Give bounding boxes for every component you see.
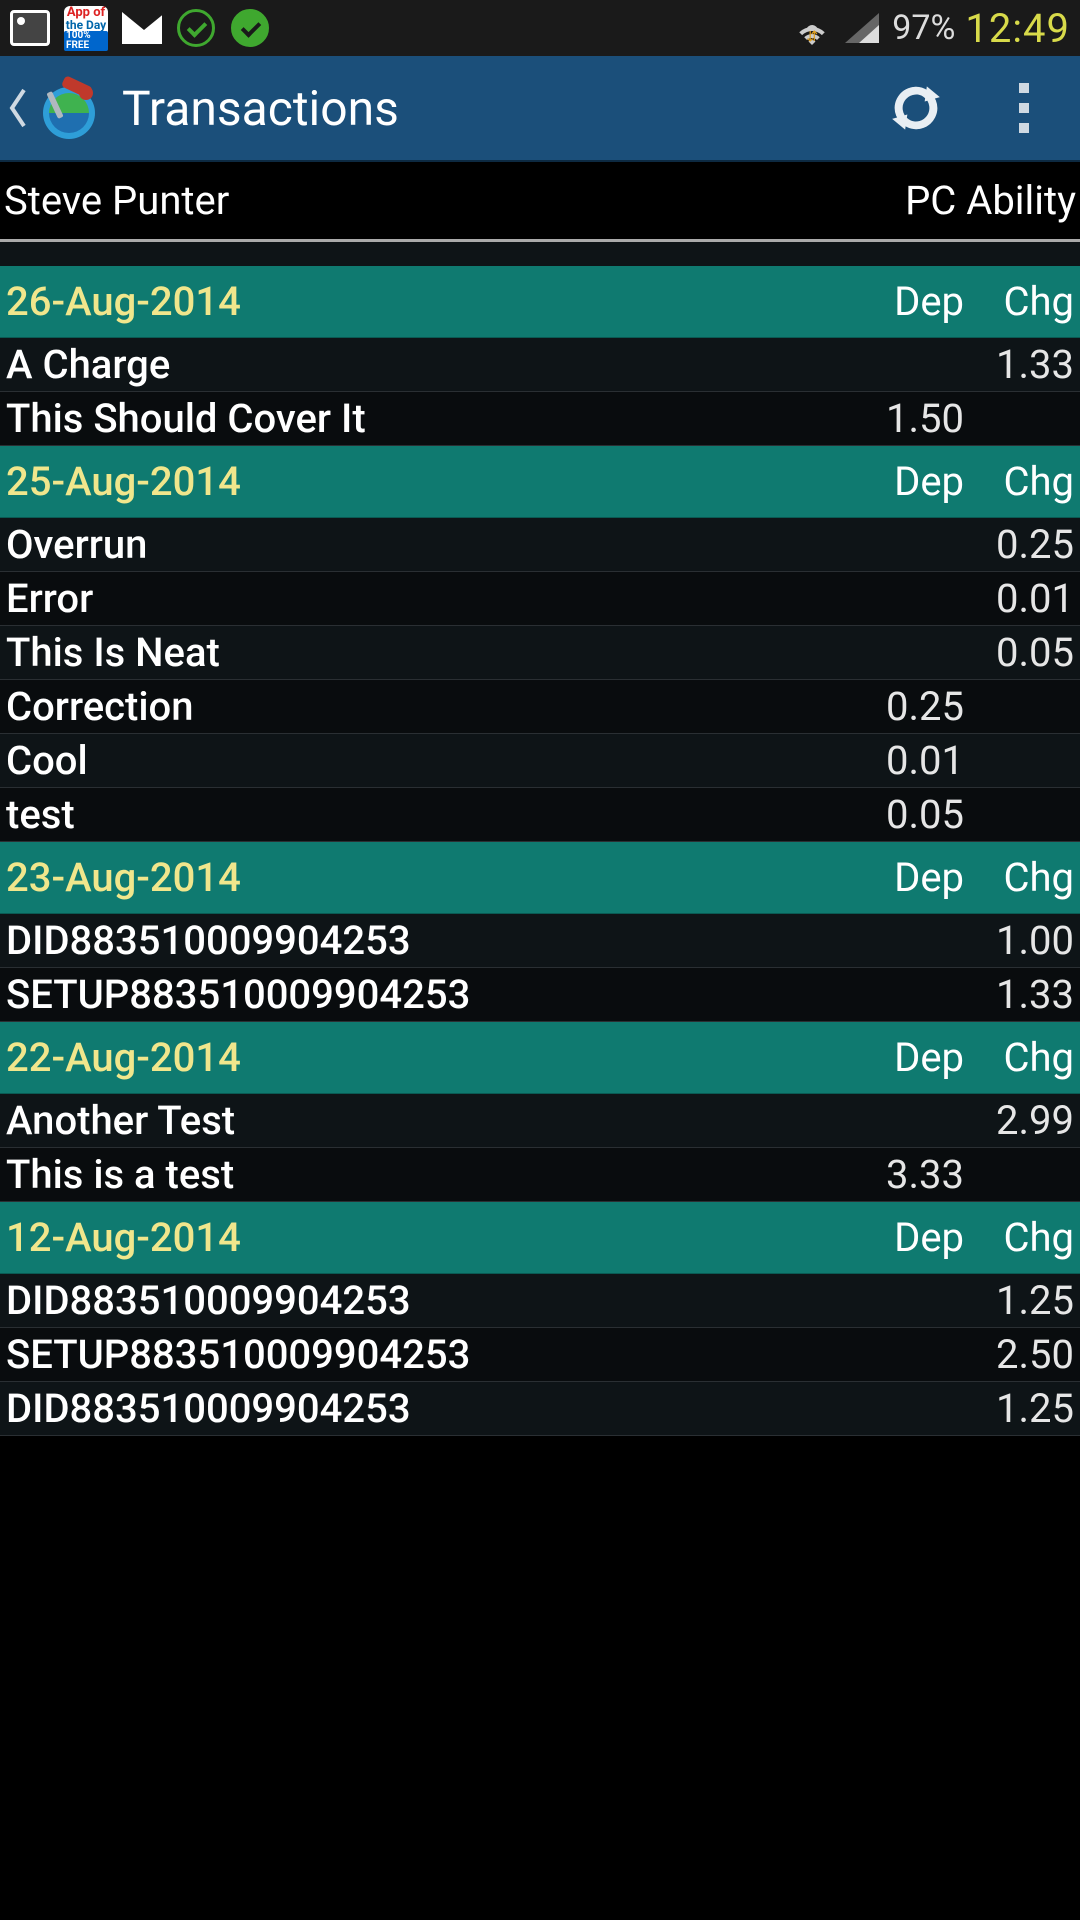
transaction-row[interactable]: This Is Neat 0.05 [0,626,1080,680]
transaction-row[interactable]: Another Test 2.99 [0,1094,1080,1148]
transaction-dep: 1.50 [844,395,964,442]
section-date: 25-Aug-2014 [6,458,241,505]
check-outline-icon [176,8,216,48]
transaction-chg: 0.05 [964,629,1074,676]
transaction-row[interactable]: SETUP883510009904253 1.33 [0,968,1080,1022]
section-date: 26-Aug-2014 [6,278,241,325]
transaction-dep: 0.05 [844,791,964,838]
gallery-icon [10,8,50,48]
app-of-the-day-icon: App ofthe Day100% FREE [64,6,108,50]
transaction-chg: 1.25 [964,1385,1074,1432]
transaction-row[interactable]: SETUP883510009904253 2.50 [0,1328,1080,1382]
transaction-row[interactable]: Error 0.01 [0,572,1080,626]
transaction-chg: 1.33 [964,341,1074,388]
transaction-row[interactable]: Correction0.25 [0,680,1080,734]
column-header-chg: Chg [964,278,1074,325]
section-header: 23-Aug-2014 DepChg [0,842,1080,914]
back-button[interactable] [6,86,30,130]
section-date: 22-Aug-2014 [6,1034,241,1081]
overflow-menu-button[interactable] [994,78,1054,138]
section-header: 26-Aug-2014 DepChg [0,266,1080,338]
column-header-dep: Dep [844,854,964,901]
status-clock: 12:49 [965,5,1070,52]
transaction-chg: 0.01 [964,575,1074,622]
action-bar: Transactions [0,56,1080,162]
column-header-dep: Dep [844,278,964,325]
wifi-icon: ⇵ [792,8,832,48]
check-filled-icon [230,8,270,48]
transaction-row[interactable]: DID883510009904253 1.25 [0,1274,1080,1328]
transaction-chg: 1.33 [964,971,1074,1018]
mail-icon [122,8,162,48]
account-name: Steve Punter [4,177,229,224]
transaction-desc: Error [6,575,844,622]
transaction-row[interactable]: A Charge 1.33 [0,338,1080,392]
transaction-desc: This Should Cover It [6,395,844,442]
transaction-desc: SETUP883510009904253 [6,971,844,1018]
transaction-desc: DID883510009904253 [6,1277,844,1324]
section-header: 22-Aug-2014 DepChg [0,1022,1080,1094]
page-title: Transactions [122,80,399,137]
column-header-dep: Dep [844,458,964,505]
transaction-desc: Another Test [6,1097,844,1144]
transactions-list[interactable]: 26-Aug-2014DepChgA Charge1.33This Should… [0,266,1080,1436]
transaction-chg: 2.99 [964,1097,1074,1144]
transaction-row[interactable]: DID883510009904253 1.00 [0,914,1080,968]
transaction-desc: Overrun [6,521,844,568]
transaction-desc: This Is Neat [6,629,844,676]
transaction-desc: DID883510009904253 [6,1385,844,1432]
transaction-desc: Correction [6,683,844,730]
transaction-desc: This is a test [6,1151,844,1198]
transaction-dep: 3.33 [844,1151,964,1198]
app-icon[interactable] [34,73,104,143]
transaction-row[interactable]: DID883510009904253 1.25 [0,1382,1080,1436]
section-date: 12-Aug-2014 [6,1214,241,1261]
account-header[interactable]: Steve Punter PC Ability [0,162,1080,242]
column-header-chg: Chg [964,854,1074,901]
transaction-row[interactable]: Overrun 0.25 [0,518,1080,572]
column-header-dep: Dep [844,1034,964,1081]
transaction-chg: 0.25 [964,521,1074,568]
account-context: PC Ability [905,177,1076,224]
transaction-row[interactable]: test0.05 [0,788,1080,842]
transaction-desc: Cool [6,737,844,784]
section-header: 25-Aug-2014 DepChg [0,446,1080,518]
section-date: 23-Aug-2014 [6,854,241,901]
transaction-desc: DID883510009904253 [6,917,844,964]
transaction-dep: 0.01 [844,737,964,784]
transaction-row[interactable]: This Should Cover It1.50 [0,392,1080,446]
transaction-row[interactable]: This is a test3.33 [0,1148,1080,1202]
transaction-chg: 2.50 [964,1331,1074,1378]
column-header-chg: Chg [964,458,1074,505]
transaction-row[interactable]: Cool0.01 [0,734,1080,788]
column-header-chg: Chg [964,1034,1074,1081]
section-header: 12-Aug-2014 DepChg [0,1202,1080,1274]
status-bar: App ofthe Day100% FREE ⇵ 97% 12:49 [0,0,1080,56]
transaction-dep: 0.25 [844,683,964,730]
transaction-desc: A Charge [6,341,844,388]
column-header-dep: Dep [844,1214,964,1261]
battery-percent: 97% [892,8,955,48]
signal-icon [842,8,882,48]
column-header-chg: Chg [964,1214,1074,1261]
transaction-chg: 1.25 [964,1277,1074,1324]
list-top-spacer [0,242,1080,266]
transaction-chg: 1.00 [964,917,1074,964]
refresh-button[interactable] [886,78,946,138]
transaction-desc: test [6,791,844,838]
transaction-desc: SETUP883510009904253 [6,1331,844,1378]
